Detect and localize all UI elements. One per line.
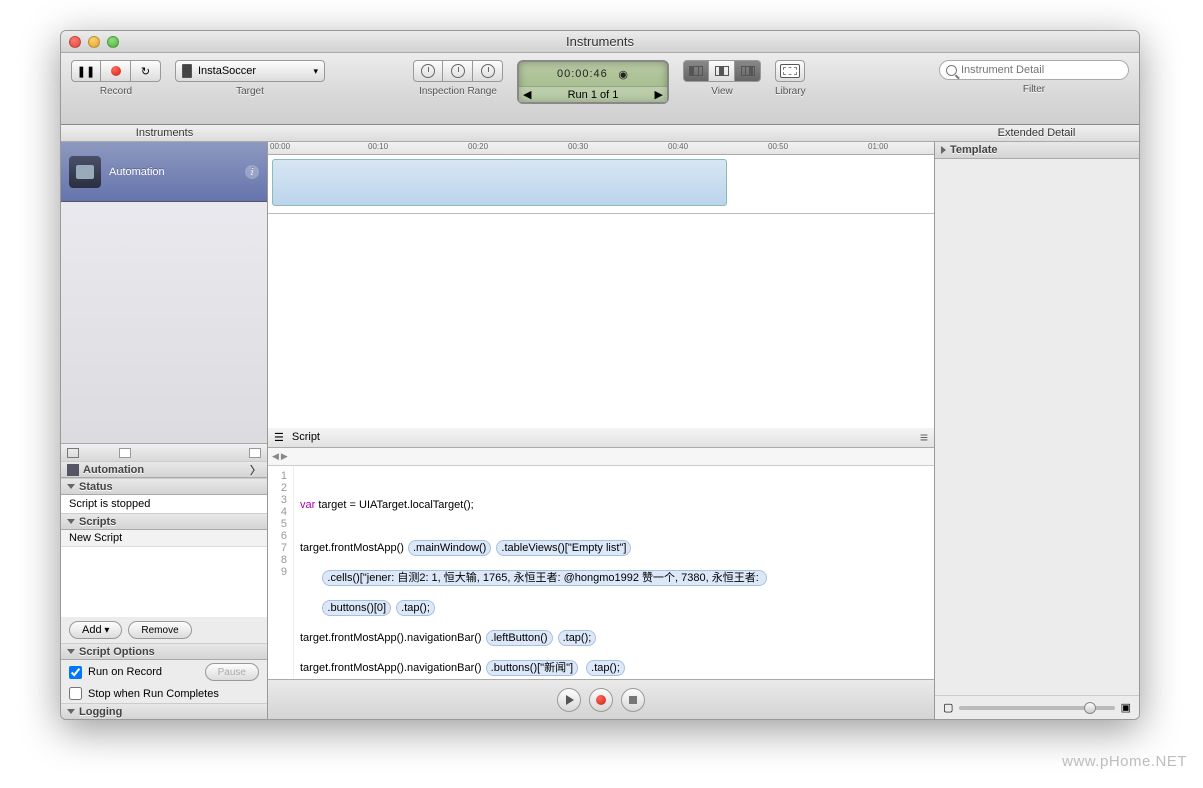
info-icon[interactable]: i: [245, 165, 259, 179]
search-input[interactable]: [961, 64, 1122, 76]
disclosure-icon: [941, 146, 946, 154]
view-mid-button[interactable]: [709, 60, 735, 82]
target-select[interactable]: InstaSoccer ▾: [175, 60, 325, 82]
zoom-slider[interactable]: ▢ ▣: [935, 695, 1139, 719]
slot-icon[interactable]: [119, 448, 131, 458]
crumb-automation[interactable]: Automation 〉: [61, 461, 267, 478]
disclosure-icon: [67, 649, 75, 654]
loop-button[interactable]: ↻: [131, 60, 161, 82]
status-text: Script is stopped: [61, 495, 267, 513]
clock-icon: [481, 64, 495, 78]
view-label: View: [711, 86, 733, 97]
target-label: Target: [236, 86, 264, 97]
breadcrumb: ☰ Script ≡: [268, 428, 934, 448]
stop-icon: [629, 696, 637, 704]
script-item[interactable]: New Script: [61, 530, 267, 547]
toolbar: ❚❚ ↻ Record InstaSoccer ▾ Target Inspect…: [61, 53, 1139, 125]
instruments-column-label: Instruments: [61, 125, 268, 141]
timeline-block[interactable]: [272, 159, 727, 206]
slider-knob[interactable]: [1084, 702, 1096, 714]
range-mid-button[interactable]: [443, 60, 473, 82]
record-icon: [596, 695, 606, 705]
slot-icon[interactable]: [249, 448, 261, 458]
prev-run-button[interactable]: ◀: [523, 88, 531, 101]
record-script-button[interactable]: [589, 688, 613, 712]
scripts-header[interactable]: Scripts: [61, 513, 267, 530]
timeline-track[interactable]: [268, 155, 934, 214]
nav-arrows: ◀ ▶: [268, 448, 934, 466]
track-name: Automation: [109, 166, 165, 178]
nav-back-button[interactable]: ◀: [272, 451, 279, 462]
range-right-button[interactable]: [473, 60, 503, 82]
window-title: Instruments: [61, 34, 1139, 49]
watermark: www.pHome.NET: [1062, 753, 1187, 770]
track-footer: [61, 443, 267, 461]
run-text: Run 1 of 1: [568, 89, 619, 101]
pause-button[interactable]: ❚❚: [71, 60, 101, 82]
editor-controls: [268, 679, 934, 719]
run-on-record-label: Run on Record: [88, 666, 162, 678]
main-window: Instruments ❚❚ ↻ Record InstaSoccer ▾ Ta…: [60, 30, 1140, 720]
disclosure-icon: [67, 709, 75, 714]
library-label: Library: [775, 86, 806, 97]
clock-icon: [421, 64, 435, 78]
nav-fwd-button[interactable]: ▶: [281, 451, 288, 462]
disclosure-icon: [67, 519, 75, 524]
target-value: InstaSoccer: [198, 65, 256, 77]
add-button[interactable]: Add ▾: [69, 621, 122, 639]
code-editor[interactable]: 123 4 567 89 var target = UIATarget.loca…: [268, 466, 934, 680]
track-list: [61, 202, 267, 443]
range-left-button[interactable]: [413, 60, 443, 82]
record-button[interactable]: [101, 60, 131, 82]
search-icon: [946, 65, 957, 76]
remove-button[interactable]: Remove: [128, 621, 191, 639]
automation-icon: [67, 464, 79, 476]
filter-label: Filter: [1023, 84, 1045, 95]
timeline-area: [268, 214, 934, 428]
gutter: 123 4 567 89: [268, 466, 294, 680]
time-display: 00:00:46 ◉ ◀ Run 1 of 1 ▶: [517, 60, 669, 104]
view-right-button[interactable]: [735, 60, 761, 82]
inspection-label: Inspection Range: [419, 86, 497, 97]
pause-button[interactable]: Pause: [205, 663, 259, 681]
disclosure-icon: [67, 484, 75, 489]
zoom-in-icon: ▣: [1121, 701, 1131, 714]
device-icon: [182, 64, 192, 78]
crumb-script[interactable]: Script: [292, 431, 320, 443]
extended-detail-label: Extended Detail: [934, 125, 1139, 141]
clock-icon: [451, 64, 465, 78]
elapsed-time: 00:00:46: [557, 68, 608, 80]
stop-complete-checkbox[interactable]: [69, 687, 82, 700]
play-icon: [566, 695, 574, 705]
timeline-ruler[interactable]: 00:00 00:10 00:20 00:30 00:40 00:50 01:0…: [268, 142, 934, 155]
clock-icon: ◉: [618, 68, 629, 81]
run-on-record-checkbox[interactable]: [69, 666, 82, 679]
record-label: Record: [100, 86, 132, 97]
library-button[interactable]: [775, 60, 805, 82]
stop-complete-label: Stop when Run Completes: [88, 688, 219, 700]
automation-icon: [69, 156, 101, 188]
menu-icon[interactable]: ≡: [920, 429, 928, 445]
titlebar: Instruments: [61, 31, 1139, 53]
instrument-track[interactable]: Automation i: [61, 142, 267, 202]
chevron-down-icon: ▾: [313, 66, 318, 77]
chevron-right-icon: 〉: [250, 462, 261, 478]
code-body[interactable]: var target = UIATarget.localTarget(); ta…: [294, 466, 934, 680]
zoom-out-icon: ▢: [943, 701, 953, 714]
list-icon: ☰: [274, 431, 284, 444]
extended-detail-panel: Template ▢ ▣: [934, 142, 1139, 719]
script-options-header[interactable]: Script Options: [61, 643, 267, 660]
next-run-button[interactable]: ▶: [655, 88, 663, 101]
library-icon: [780, 64, 800, 78]
grid-icon[interactable]: [67, 448, 79, 458]
stop-button[interactable]: [621, 688, 645, 712]
logging-header[interactable]: Logging: [61, 703, 267, 719]
sub-header: Instruments Extended Detail: [61, 125, 1139, 142]
view-left-button[interactable]: [683, 60, 709, 82]
search-field[interactable]: [939, 60, 1129, 80]
play-button[interactable]: [557, 688, 581, 712]
status-header[interactable]: Status: [61, 478, 267, 495]
template-header[interactable]: Template: [935, 142, 1139, 159]
